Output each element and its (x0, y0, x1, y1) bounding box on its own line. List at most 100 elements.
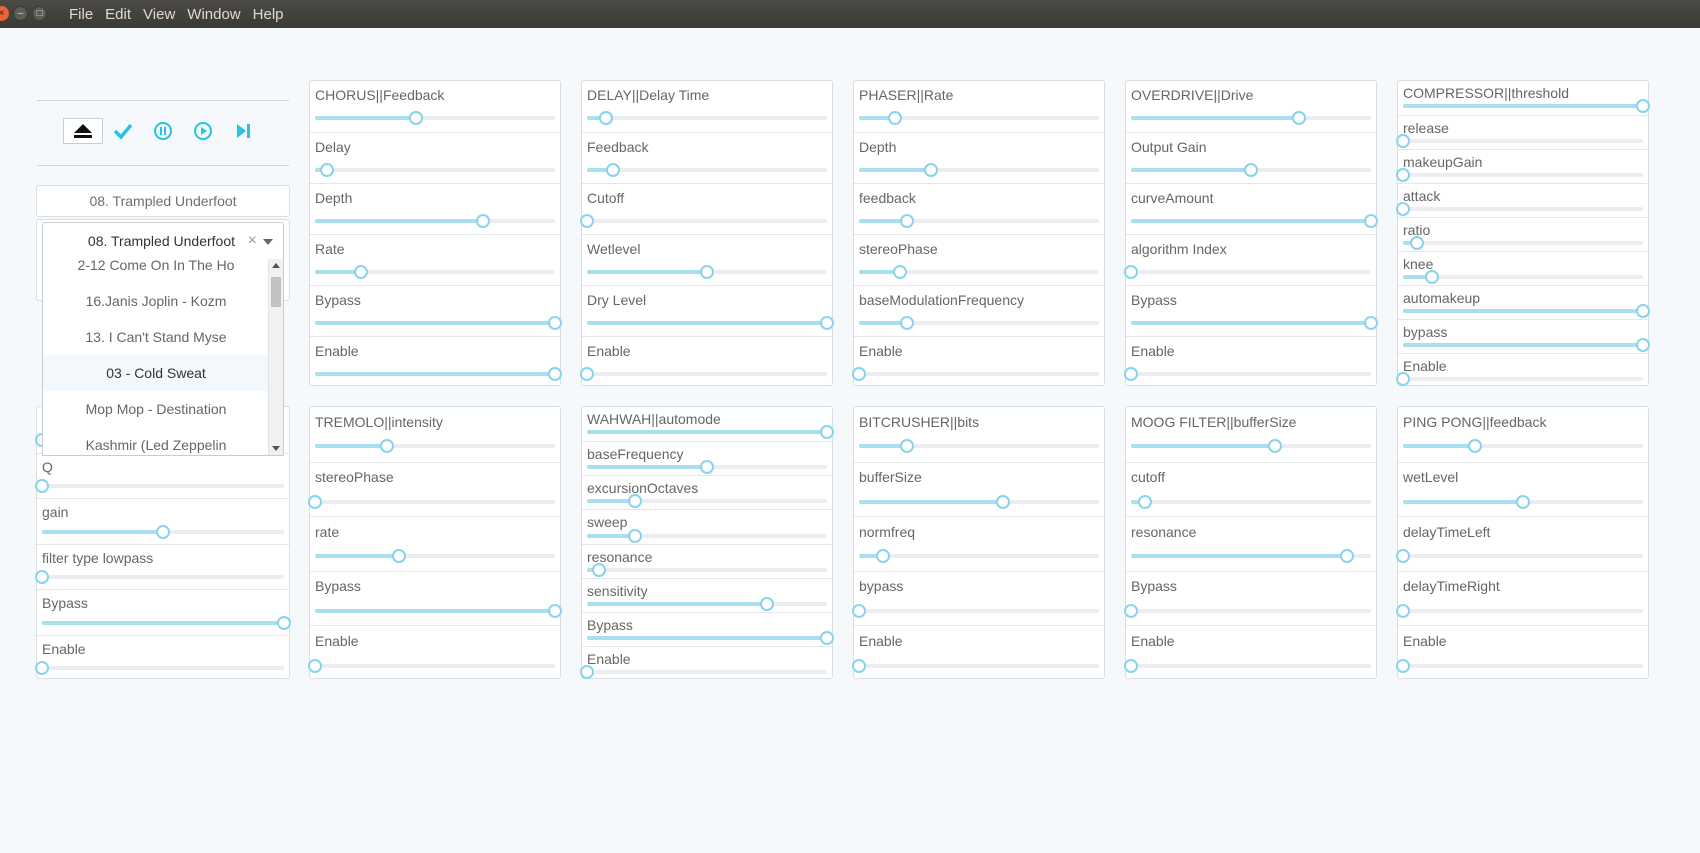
slider-handle[interactable] (1410, 236, 1425, 251)
slider-handle[interactable] (852, 603, 866, 618)
slider-handle[interactable] (900, 315, 914, 330)
dropdown-option[interactable]: 16.Janis Joplin - Kozm (43, 283, 269, 319)
slider-handle[interactable] (1396, 168, 1410, 183)
close-icon[interactable]: × (0, 6, 9, 21)
slider-handle[interactable] (1364, 213, 1378, 228)
slider-track[interactable] (1396, 603, 1643, 618)
dropdown-option-highlighted[interactable]: 03 - Cold Sweat (43, 355, 269, 391)
slider-track[interactable] (315, 110, 555, 125)
slider-handle[interactable] (888, 110, 902, 125)
slider-handle[interactable] (1516, 494, 1530, 509)
slider-handle[interactable] (548, 366, 562, 381)
dropdown-option[interactable]: Mop Mop - Destination (43, 391, 269, 427)
slider-track[interactable] (1131, 494, 1371, 509)
slider-track[interactable] (1403, 494, 1643, 509)
slider-handle[interactable] (628, 528, 642, 543)
slider-handle[interactable] (580, 665, 594, 680)
check-button[interactable] (103, 118, 143, 144)
chevron-down-icon[interactable] (263, 239, 273, 245)
slider-track[interactable] (859, 439, 1099, 454)
slider-handle[interactable] (277, 615, 291, 630)
slider-handle[interactable] (1124, 366, 1138, 381)
slider-track[interactable] (1131, 549, 1371, 564)
slider-handle[interactable] (892, 264, 907, 279)
eject-button[interactable] (63, 118, 103, 144)
slider-track[interactable] (1403, 439, 1643, 454)
slider-track[interactable] (1124, 264, 1371, 279)
slider-handle[interactable] (700, 460, 714, 475)
slider-handle[interactable] (1124, 658, 1138, 673)
slider-track[interactable] (859, 162, 1099, 177)
slider-handle[interactable] (35, 661, 49, 676)
slider-track[interactable] (587, 528, 827, 543)
slider-handle[interactable] (408, 110, 423, 125)
slider-handle[interactable] (1124, 264, 1138, 279)
pause-button[interactable] (143, 118, 183, 144)
slider-handle[interactable] (606, 162, 621, 177)
slider-track[interactable] (1403, 236, 1643, 251)
slider-track[interactable] (1403, 304, 1650, 319)
slider-handle[interactable] (996, 494, 1010, 509)
slider-track[interactable] (587, 596, 827, 611)
dropdown-option[interactable]: 13. I Can't Stand Myse (43, 319, 269, 355)
minimize-icon[interactable]: – (13, 6, 28, 21)
slider-track[interactable] (1403, 270, 1643, 285)
clear-icon[interactable]: × (248, 232, 257, 250)
slider-track[interactable] (42, 615, 291, 630)
slider-track[interactable] (580, 665, 827, 680)
slider-track[interactable] (42, 524, 284, 539)
slider-track[interactable] (859, 315, 1099, 330)
slider-handle[interactable] (1424, 270, 1439, 285)
slider-track[interactable] (587, 494, 827, 509)
slider-handle[interactable] (548, 315, 562, 330)
scroll-up-icon[interactable] (272, 263, 280, 268)
slider-handle[interactable] (35, 479, 49, 494)
slider-handle[interactable] (1138, 494, 1153, 509)
slider-track[interactable] (1396, 202, 1643, 217)
slider-handle[interactable] (876, 549, 890, 564)
menu-window[interactable]: Window (181, 6, 246, 23)
slider-track[interactable] (308, 494, 555, 509)
slider-handle[interactable] (1364, 315, 1378, 330)
slider-handle[interactable] (1244, 162, 1258, 177)
slider-track[interactable] (315, 315, 562, 330)
slider-track[interactable] (315, 439, 555, 454)
slider-track[interactable] (587, 425, 834, 440)
slider-track[interactable] (859, 494, 1099, 509)
menu-edit[interactable]: Edit (99, 6, 137, 23)
slider-track[interactable] (587, 630, 834, 645)
slider-handle[interactable] (1636, 99, 1650, 114)
slider-track[interactable] (308, 658, 555, 673)
slider-handle[interactable] (476, 213, 490, 228)
slider-handle[interactable] (820, 425, 834, 440)
slider-handle[interactable] (924, 162, 938, 177)
slider-track[interactable] (859, 110, 1099, 125)
slider-track[interactable] (315, 549, 555, 564)
slider-handle[interactable] (1292, 110, 1306, 125)
slider-handle[interactable] (820, 315, 834, 330)
slider-track[interactable] (587, 110, 827, 125)
scroll-down-icon[interactable] (272, 446, 280, 451)
slider-track[interactable] (315, 213, 555, 228)
slider-handle[interactable] (900, 213, 914, 228)
slider-track[interactable] (1131, 439, 1371, 454)
slider-handle[interactable] (580, 213, 594, 228)
menu-view[interactable]: View (137, 6, 181, 23)
scroll-thumb[interactable] (271, 277, 281, 307)
slider-handle[interactable] (852, 366, 866, 381)
dropdown-scrollbar[interactable] (268, 259, 283, 455)
slider-handle[interactable] (820, 630, 834, 645)
slider-handle[interactable] (1396, 658, 1410, 673)
slider-handle[interactable] (900, 439, 914, 454)
menu-file[interactable]: File (63, 6, 99, 23)
slider-handle[interactable] (1636, 304, 1650, 319)
slider-track[interactable] (1131, 110, 1371, 125)
slider-handle[interactable] (1396, 372, 1410, 387)
slider-track[interactable] (1124, 603, 1371, 618)
slider-handle[interactable] (580, 366, 594, 381)
slider-handle[interactable] (760, 596, 774, 611)
slider-handle[interactable] (700, 264, 714, 279)
dropdown-option[interactable]: 2-12 Come On In The Ho (43, 259, 269, 283)
slider-handle[interactable] (592, 562, 606, 577)
slider-track[interactable] (1124, 366, 1371, 381)
